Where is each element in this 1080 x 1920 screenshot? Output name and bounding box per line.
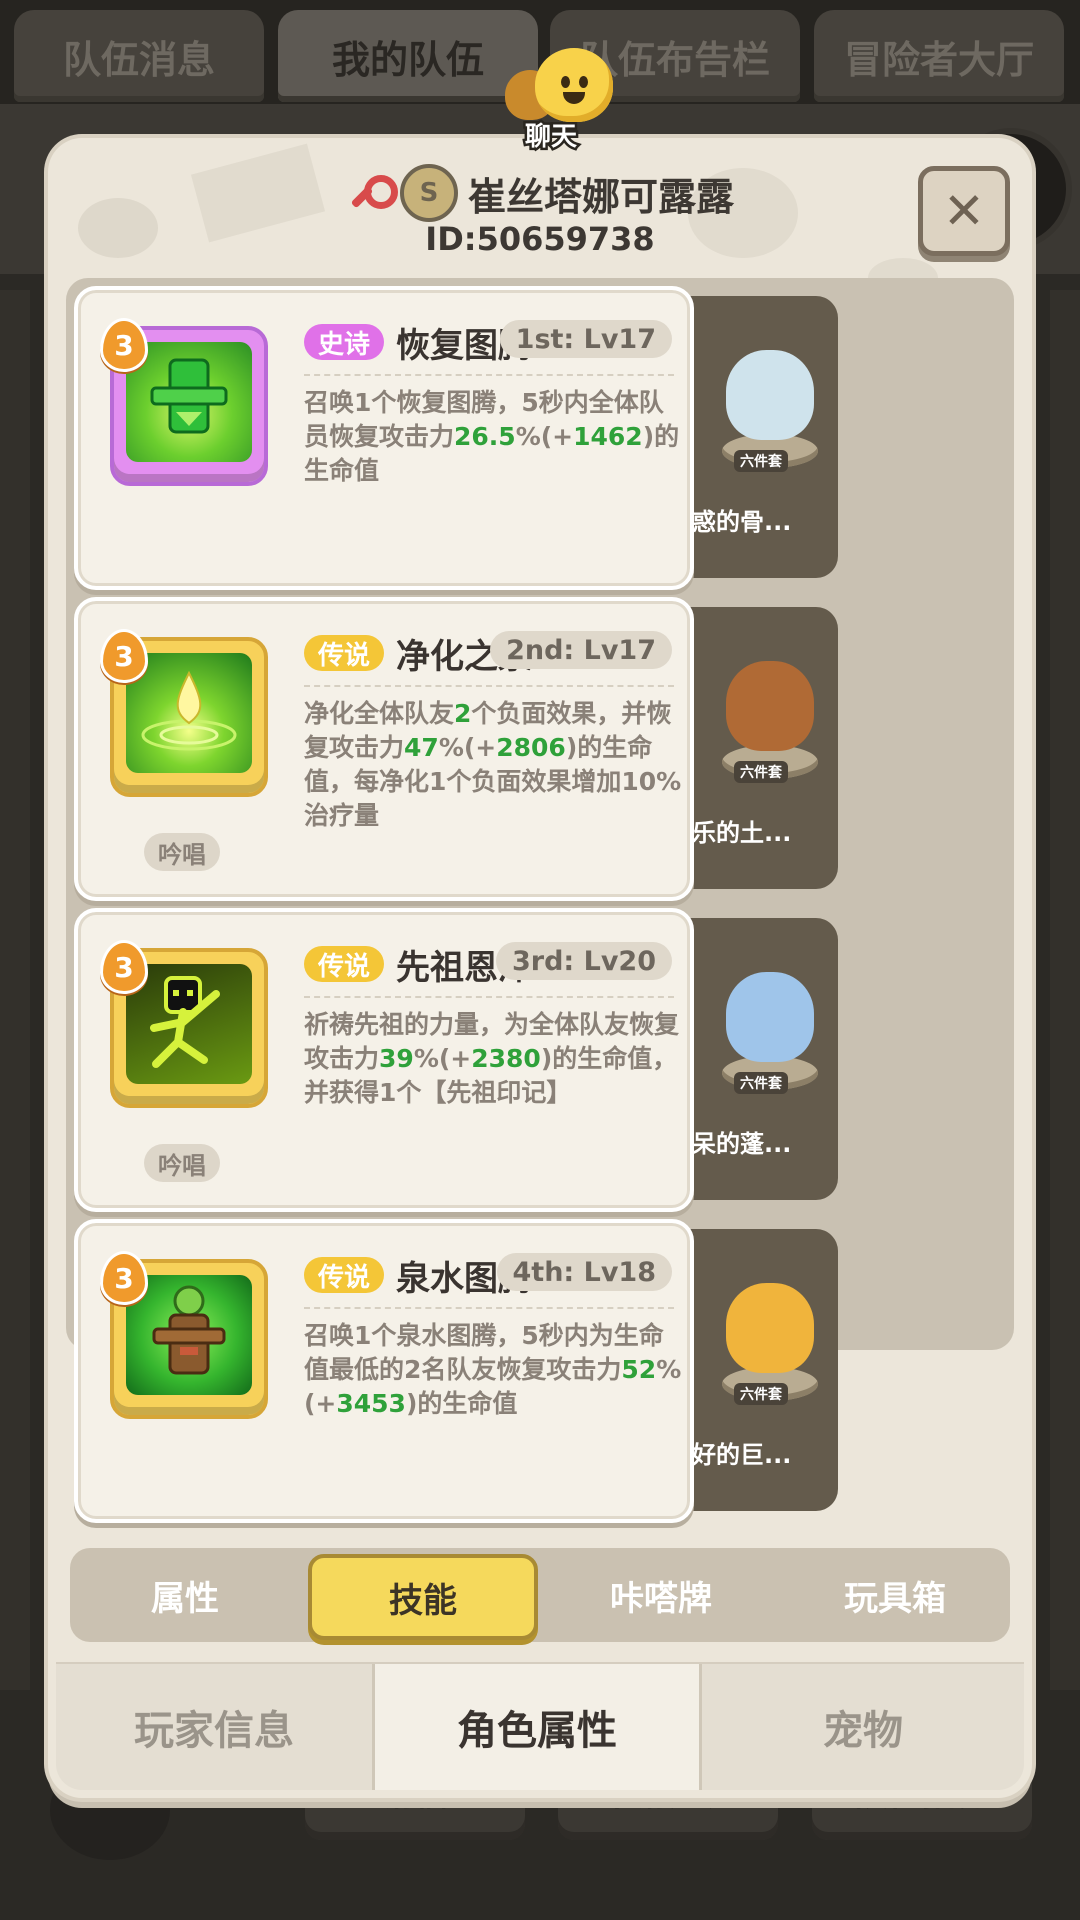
bottom-tab-bar: 玩家信息 角色属性 宠物 (56, 1662, 1024, 1790)
tab-adventurer-hall[interactable]: 冒险者大厅 (814, 10, 1064, 102)
divider (304, 685, 674, 687)
tab-pets[interactable]: 宠物 (702, 1664, 1024, 1790)
tab-character-attributes[interactable]: 角色属性 (375, 1664, 699, 1790)
skill-card[interactable]: 3 传说 先祖恩泽 3rd: Lv20 祈祷先祖的力量，为全体队友恢复攻击力39… (74, 908, 694, 1212)
rarity-tag: 史诗 (304, 324, 385, 360)
skills-list: 六件套 困惑的骨... 3 史诗 恢复图腾 1st: Lv17 召唤1个恢复图腾… (66, 278, 1014, 1523)
skill-card[interactable]: 3 传说 泉水图腾 4th: Lv18 召唤1个泉水图腾，5秒内为生命值最低的2… (74, 1219, 694, 1523)
sub-tab-bar: 属性 技能 咔嗒牌 玩具箱 (70, 1548, 1010, 1642)
skill-row[interactable]: 六件套 快乐的土... 3 传说 净化之泉 2nd: Lv17 净化全体队友2个… (66, 597, 1014, 901)
skill-description: 召唤1个恢复图腾，5秒内全体队员恢复攻击力26.5%(+1462)的生命值 (304, 388, 680, 485)
pet-set-badge: 六件套 (734, 761, 788, 783)
tab-player-info[interactable]: 玩家信息 (56, 1664, 372, 1790)
rank-pill: 4th: Lv18 (496, 1253, 672, 1291)
rarity-tag: 传说 (304, 635, 385, 671)
rank-pill: 2nd: Lv17 (490, 631, 672, 669)
background-edge (1050, 290, 1080, 1690)
skill-card[interactable]: 3 史诗 恢复图腾 1st: Lv17 召唤1个恢复图腾，5秒内全体队员恢复攻击… (74, 286, 694, 590)
background-edge (0, 290, 30, 1690)
tab-my-team[interactable]: 我的队伍 (278, 10, 538, 102)
pet-set-badge: 六件套 (734, 1072, 788, 1094)
skill-row[interactable]: 六件套 友好的巨... 3 传说 泉水图腾 4th: Lv18 召唤1个泉水图腾… (66, 1219, 1014, 1523)
rarity-tag: 传说 (304, 1257, 385, 1293)
skill-row[interactable]: 六件套 困惑的骨... 3 史诗 恢复图腾 1st: Lv17 召唤1个恢复图腾… (66, 286, 1014, 590)
skill-description: 召唤1个泉水图腾，5秒内为生命值最低的2名队友恢复攻击力52%(+3453)的生… (304, 1321, 682, 1418)
skill-card[interactable]: 3 传说 净化之泉 2nd: Lv17 净化全体队友2个负面效果，并恢复攻击力4… (74, 597, 694, 901)
chant-tag: 吟唱 (144, 833, 220, 871)
smiley-icon (535, 48, 613, 122)
player-id: ID:50659738 (425, 220, 655, 258)
player-profile-modal: S 崔丝塔娜可露露 ID:50659738 ✕ 六件套 困惑的骨... 3 史诗… (48, 138, 1032, 1798)
pet-figure: 六件套 (702, 641, 832, 791)
key-icon (346, 171, 398, 215)
rarity-tag: 传说 (304, 946, 385, 982)
pet-figure: 六件套 (702, 1263, 832, 1413)
chat-label: 聊天 (522, 120, 579, 155)
tab-kada-cards[interactable]: 咔嗒牌 (546, 1548, 776, 1642)
skill-description: 净化全体队友2个负面效果，并恢复攻击力47%(+2806)的生命值，每净化1个负… (304, 699, 682, 830)
player-name-row: S 崔丝塔娜可露露 (48, 163, 1032, 223)
rank-pill: 1st: Lv17 (499, 320, 672, 358)
rank-pill: 3rd: Lv20 (495, 942, 672, 980)
divider (304, 996, 674, 998)
divider (304, 374, 674, 376)
pet-set-badge: 六件套 (734, 1383, 788, 1405)
rank-medal-icon: S (399, 164, 458, 222)
player-name: 崔丝塔娜可露露 (467, 174, 734, 219)
pet-figure: 六件套 (702, 952, 832, 1102)
skill-description: 祈祷先祖的力量，为全体队友恢复攻击力39%(+2380)的生命值，并获得1个【先… (304, 1010, 680, 1107)
tab-toy-box[interactable]: 玩具箱 (780, 1548, 1010, 1642)
tab-team-messages[interactable]: 队伍消息 (14, 10, 264, 102)
divider (304, 1307, 674, 1309)
chant-tag: 吟唱 (144, 1144, 220, 1182)
tab-skills[interactable]: 技能 (308, 1554, 538, 1640)
pet-figure: 六件套 (702, 330, 832, 480)
skill-row[interactable]: 六件套 发呆的蓬... 3 传说 先祖恩泽 3rd: Lv20 祈祷先祖的力量，… (66, 908, 1014, 1212)
pet-set-badge: 六件套 (734, 450, 788, 472)
chat-button[interactable]: 聊天 (505, 48, 625, 155)
close-button[interactable]: ✕ (918, 166, 1010, 256)
tab-attributes[interactable]: 属性 (70, 1548, 300, 1642)
